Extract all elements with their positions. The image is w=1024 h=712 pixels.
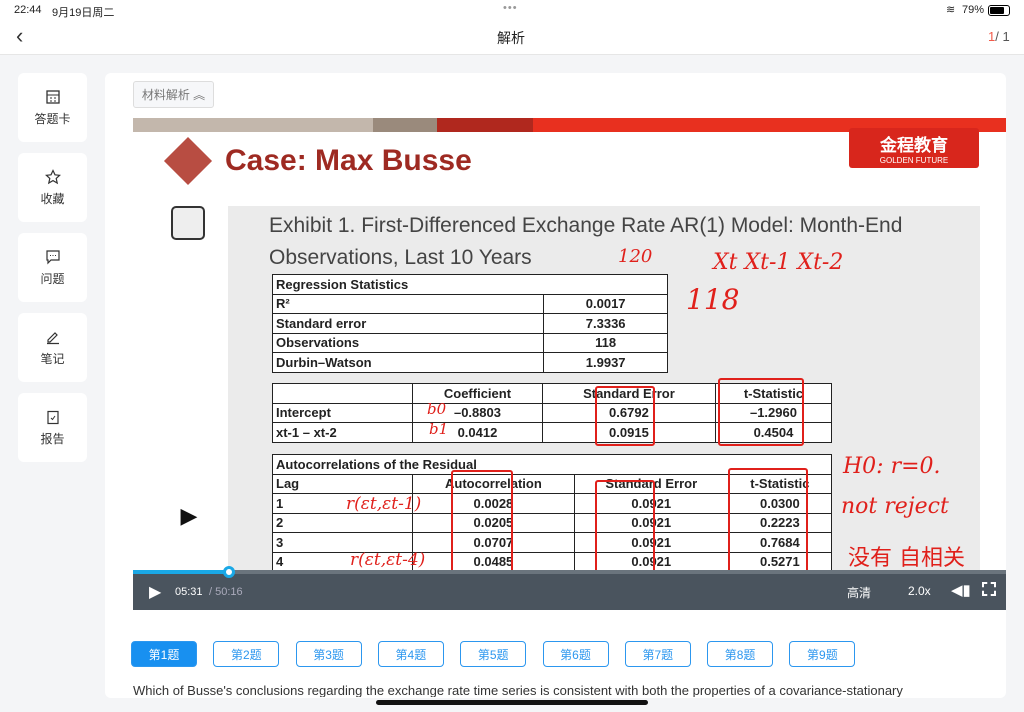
annotation-box xyxy=(718,378,804,446)
annotation: r(εt,εt-4) xyxy=(350,550,426,570)
page-total: / 1 xyxy=(995,29,1010,44)
exhibit-title-line1: Exhibit 1. First-Differenced Exchange Ra… xyxy=(269,214,903,237)
table-row: Durbin–Watson 1.9937 xyxy=(271,352,668,373)
home-indicator[interactable] xyxy=(376,700,648,705)
annotation: b1 xyxy=(429,420,449,438)
annotation: Xt Xt-1 Xt-2 xyxy=(713,250,844,275)
status-date: 9月19日周二 xyxy=(52,7,115,19)
slide-bar xyxy=(373,118,437,132)
video-player[interactable]: Case: Max Busse 金程教育 GOLDEN FUTURE Exhibi… xyxy=(133,118,1006,610)
slide-diamond-logo xyxy=(163,136,213,186)
sidebar-label: 报告 xyxy=(40,431,65,446)
material-toggle-button[interactable]: 材料解析 ︽ xyxy=(133,81,214,108)
exhibit-title-line2: Observations, Last 10 Years xyxy=(269,246,532,269)
slide-title: Case: Max Busse xyxy=(225,144,472,177)
progress-track[interactable] xyxy=(133,570,1006,574)
cell: Observations xyxy=(271,332,545,353)
annotation: 没有 自相关 xyxy=(848,546,965,571)
annotation-box xyxy=(728,468,808,574)
progress-fill xyxy=(133,570,230,574)
page-counter: 1/ 1 xyxy=(988,29,1010,44)
cell: 2 xyxy=(272,512,413,533)
cell: R² xyxy=(271,293,545,314)
annotation: H0: r=0. xyxy=(843,454,941,479)
sidebar-item-answer-card[interactable]: 答题卡 xyxy=(18,73,87,142)
table-row: R² 0.0017 xyxy=(271,293,668,314)
report-icon xyxy=(46,410,59,424)
speed-button[interactable]: 2.0x xyxy=(908,584,931,598)
pen-icon xyxy=(46,331,59,344)
annotation: 120 xyxy=(618,246,653,267)
sidebar-item-report[interactable]: 报告 xyxy=(18,393,87,462)
table-header: Regression Statistics xyxy=(272,274,668,295)
cell: 118 xyxy=(543,332,668,353)
question-tab-5[interactable]: 第5题 xyxy=(460,641,527,667)
cell: 0.0017 xyxy=(543,293,668,314)
cell xyxy=(272,383,413,404)
cell: Intercept xyxy=(272,402,413,423)
wifi-icon: ≋ xyxy=(946,4,956,16)
slide-bar xyxy=(437,118,533,132)
time-total: / 50:16 xyxy=(209,586,243,598)
progress-handle[interactable] xyxy=(223,566,236,578)
cell: 7.3336 xyxy=(543,313,668,334)
sidebar-label: 收藏 xyxy=(40,191,65,206)
answer-card-icon xyxy=(45,89,60,104)
sidebar-label: 笔记 xyxy=(40,351,65,366)
sidebar-item-notes[interactable]: 笔记 xyxy=(18,313,87,382)
star-icon xyxy=(44,168,61,184)
player-controls xyxy=(133,572,1006,610)
question-tab-6[interactable]: 第6题 xyxy=(542,641,609,667)
battery-percent: 79% xyxy=(962,4,985,16)
multitask-dots-icon[interactable]: ••• xyxy=(503,2,518,14)
calculator-icon xyxy=(171,206,205,240)
question-tab-7[interactable]: 第7题 xyxy=(624,641,691,667)
back-button[interactable]: ‹ xyxy=(16,23,23,49)
annotation: 118 xyxy=(686,283,740,316)
logo-en: GOLDEN FUTURE xyxy=(879,156,949,165)
table-row: Standard error 7.3336 xyxy=(271,313,668,334)
time-current: 05:31 xyxy=(175,586,203,598)
sidebar-item-favorite[interactable]: 收藏 xyxy=(18,153,87,222)
cell: Standard error xyxy=(271,313,545,334)
page-title: 解析 xyxy=(497,30,525,46)
sidebar-item-question[interactable]: 问题 xyxy=(18,233,87,302)
annotation: not reject xyxy=(841,494,949,519)
cell: xt-1 – xt-2 xyxy=(272,422,413,443)
annotation-box xyxy=(451,470,513,574)
cell: Lag xyxy=(272,473,413,494)
question-tab-3[interactable]: 第3题 xyxy=(295,641,362,667)
sidebar-label: 答题卡 xyxy=(34,111,71,126)
play-button[interactable]: ▶ xyxy=(149,582,161,602)
quality-button[interactable]: 高清 xyxy=(847,584,871,601)
regression-stats-table: Regression Statistics R² 0.0017 Standard … xyxy=(271,274,668,373)
annotation-box xyxy=(595,480,655,574)
table-row: Observations 118 xyxy=(271,332,668,353)
question-tab-2[interactable]: 第2题 xyxy=(213,641,280,667)
fullscreen-icon[interactable] xyxy=(982,582,996,596)
slide-bar xyxy=(133,118,373,132)
question-tab-1[interactable]: 第1题 xyxy=(131,641,197,667)
battery-icon xyxy=(988,5,1010,16)
nav-bar: ‹ 解析 1/ 1 xyxy=(0,20,1024,55)
question-tab-9[interactable]: 第9题 xyxy=(789,641,856,667)
annotation: r(εt,εt-1) xyxy=(346,494,422,514)
annotation-box xyxy=(595,386,655,446)
status-time: 22:44 xyxy=(14,4,42,16)
logo-cn: 金程教育 xyxy=(880,136,948,155)
cell: Durbin–Watson xyxy=(271,352,545,373)
sidebar-label: 问题 xyxy=(40,271,65,286)
volume-icon[interactable]: ◀▮ xyxy=(951,581,971,599)
question-tab-8[interactable]: 第8题 xyxy=(707,641,774,667)
status-bar: 22:44 9月19日周二 ••• ≋ 79% xyxy=(0,0,1024,20)
question-tab-4[interactable]: 第4题 xyxy=(377,641,444,667)
chat-icon xyxy=(45,249,60,264)
annotation: b0 xyxy=(427,400,447,418)
question-text: Which of Busse's conclusions regarding t… xyxy=(133,683,903,697)
cell: 1.9937 xyxy=(543,352,668,373)
play-icon: ▶ xyxy=(180,503,198,528)
brand-logo: 金程教育 GOLDEN FUTURE xyxy=(849,128,979,168)
big-play-button[interactable]: ▶ xyxy=(161,490,213,542)
